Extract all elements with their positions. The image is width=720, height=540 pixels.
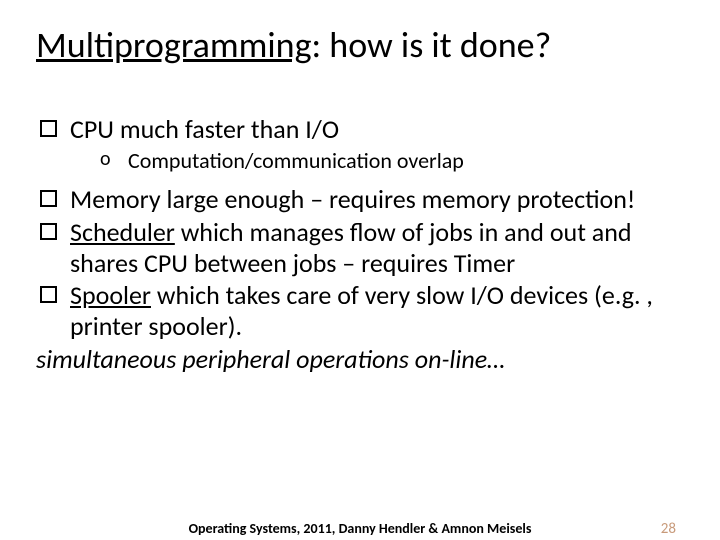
- subbullet-overlap: Computation/communication overlap: [70, 148, 684, 174]
- bullet-cpu-text: CPU much faster than I/O: [70, 113, 339, 145]
- bullet-spooler-term: Spooler: [70, 279, 151, 311]
- slide-title: Multiprogramming: how is it done?: [36, 26, 684, 66]
- title-underlined: Multiprogramming: [36, 23, 312, 67]
- bullet-spooler-rest: which takes care of very slow I/O device…: [70, 279, 653, 342]
- spool-expansion: simultaneous peripheral operations on-li…: [36, 344, 684, 375]
- subbullet-overlap-text: Computation/communication overlap: [128, 147, 464, 174]
- slide-content: CPU much faster than I/O Computation/com…: [36, 114, 684, 375]
- title-rest: : how is it done?: [312, 23, 552, 67]
- bullet-cpu: CPU much faster than I/O Computation/com…: [36, 114, 684, 175]
- bullet-spooler: Spooler which takes care of very slow I/…: [36, 280, 684, 341]
- footer-page-number: 28: [661, 520, 676, 538]
- bullet-scheduler: Scheduler which manages flow of jobs in …: [36, 217, 684, 278]
- footer-source: Operating Systems, 2011, Danny Hendler &…: [0, 520, 720, 537]
- bullet-scheduler-term: Scheduler: [70, 216, 175, 248]
- bullet-memory-text: Memory large enough – requires memory pr…: [70, 183, 635, 215]
- bullet-memory: Memory large enough – requires memory pr…: [36, 184, 684, 215]
